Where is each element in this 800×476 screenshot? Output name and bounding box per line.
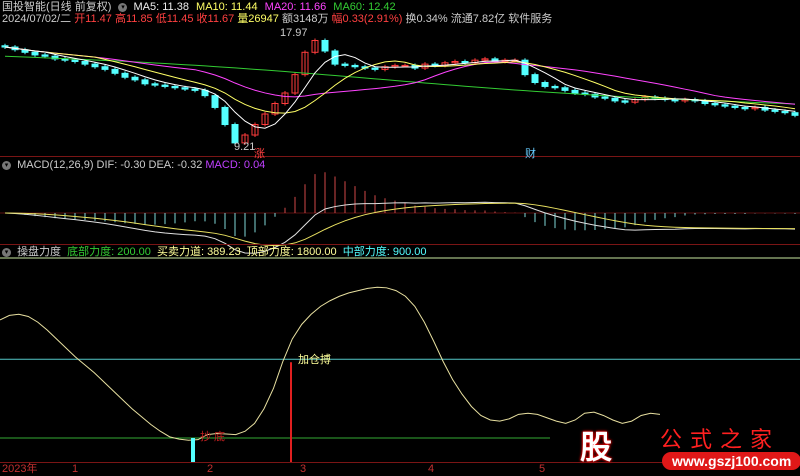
candle-body	[621, 100, 629, 103]
macd-title: MACD(12,26,9)	[17, 159, 94, 171]
candle-body	[721, 104, 729, 107]
candle-body	[211, 95, 219, 108]
candle-body	[741, 106, 749, 110]
candle-body	[71, 59, 79, 62]
mark-cai[interactable]: 财	[525, 148, 536, 161]
watermark: 股 公式之家 www.gszj100.com	[560, 420, 800, 475]
logo: 股	[580, 429, 613, 465]
indicator-header: ▾ 操盘力度 底部力度: 200.00 买卖力道: 389.23 顶部力度: 1…	[2, 246, 426, 259]
candle-body	[671, 99, 679, 102]
bottom-signal-bar	[191, 437, 195, 462]
chart-canvas[interactable]	[0, 0, 800, 475]
candle-body	[781, 110, 789, 114]
candle-body	[81, 60, 89, 65]
candle-body	[141, 79, 149, 85]
candle-body	[571, 89, 579, 94]
divider	[0, 244, 800, 245]
candle-body	[601, 96, 609, 99]
candle-body	[131, 76, 139, 81]
candle-body	[31, 51, 39, 56]
candle-body	[151, 83, 159, 86]
axis-label: 4	[428, 463, 435, 475]
macd-value: MACD: 0.04	[205, 159, 266, 171]
axis-label: 5	[539, 463, 546, 475]
axis-label: 3	[300, 463, 307, 475]
candle-body	[461, 60, 469, 64]
candle-body	[551, 85, 559, 89]
candle-body	[101, 66, 109, 70]
dif-value: DIF: -0.30	[96, 159, 146, 171]
candle-body	[561, 87, 569, 91]
candle-body	[191, 88, 199, 91]
macd-header: ▾ MACD(12,26,9) DIF: -0.30 DEA: -0.32 MA…	[2, 159, 265, 172]
candle-body	[111, 68, 119, 74]
indicator-title: 操盘力度	[17, 246, 62, 258]
candle-body	[351, 64, 359, 68]
top-strength: 顶部力度: 1800.00	[246, 246, 337, 258]
signal-add-label: 加仓搏	[298, 354, 331, 366]
candle-body	[171, 85, 179, 89]
trade-force: 买卖力道: 389.23	[156, 246, 241, 258]
axis-label: 2	[207, 463, 214, 475]
divider	[0, 156, 800, 157]
candle-body	[91, 63, 99, 68]
candle-body	[791, 112, 799, 116]
signal-bottom-label: 抄 底	[200, 431, 226, 443]
candle-body	[161, 84, 169, 87]
ma10-line	[4, 46, 796, 114]
candle-body	[541, 82, 549, 87]
add-signal-bar	[290, 362, 292, 462]
candle-body	[771, 109, 779, 112]
site-name: 公式之家	[660, 428, 781, 453]
candle-body	[121, 72, 129, 78]
candle-body	[731, 105, 739, 108]
chevron-down-icon[interactable]: ▾	[2, 247, 11, 257]
high-price-label: 17.97	[280, 27, 308, 39]
candle-body	[531, 74, 539, 84]
axis-label: 2023年	[2, 463, 38, 475]
mid-strength: 中部力度: 900.00	[342, 246, 427, 258]
site-url: www.gszj100.com	[662, 452, 800, 470]
candle-body	[221, 106, 229, 126]
low-price-label: 9.21	[234, 141, 256, 153]
dea-value: DEA: -0.32	[148, 159, 203, 171]
candle-body	[321, 39, 329, 52]
candle-body	[41, 54, 49, 57]
candle-body	[611, 97, 619, 102]
candle-body	[341, 63, 349, 66]
axis-label: 1	[72, 463, 79, 475]
candle-body	[401, 64, 409, 67]
dea-line	[4, 202, 796, 247]
candle-body	[711, 103, 719, 106]
chevron-down-icon[interactable]: ▾	[2, 160, 11, 170]
bottom-strength: 底部力度: 200.00	[67, 246, 151, 258]
candle-body	[371, 67, 379, 70]
candle-body	[181, 87, 189, 90]
